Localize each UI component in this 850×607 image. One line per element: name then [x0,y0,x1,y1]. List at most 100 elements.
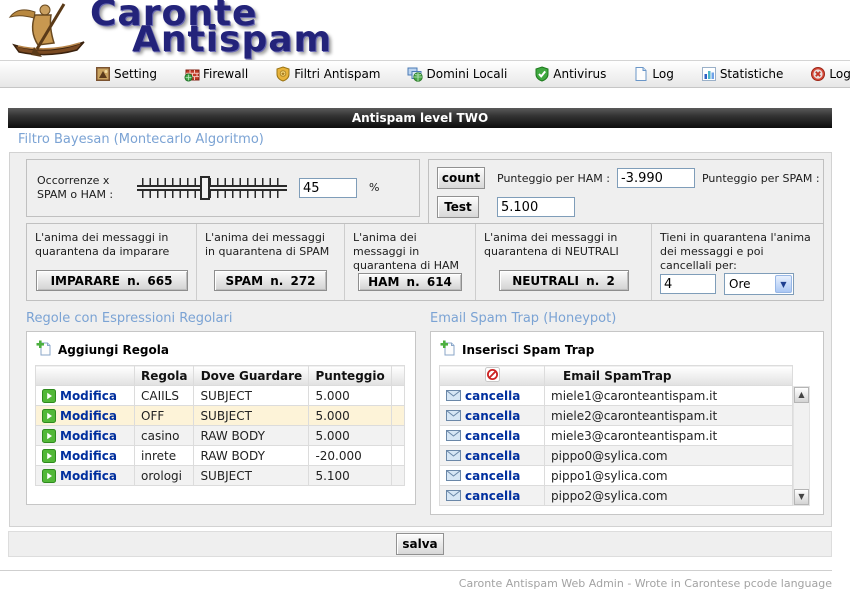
nav-item-label: Antivirus [553,67,606,81]
modifica-link[interactable]: Modifica [42,449,128,463]
modifica-link[interactable]: Modifica [42,429,128,443]
rule-dove: SUBJECT [194,466,309,486]
spam-score-input[interactable] [497,197,575,217]
spamtrap-section: Email Spam Trap (Honeypot) Inserisci Spa… [430,311,824,515]
cancella-link[interactable]: cancella [446,409,538,423]
slider-ticks-bottom [142,189,282,198]
list-item: cancella pippo0@sylica.com [440,446,793,466]
scroll-down-icon[interactable]: ▼ [794,489,809,505]
antivirus-icon [534,66,550,82]
ham-score-row: Punteggio per HAM : Punteggio per SPAM : [497,168,820,188]
keep-quarantine-controls: Ore ▼ [660,273,815,295]
nav-item-label: Logout [829,67,850,81]
cancella-link[interactable]: cancella [446,389,538,403]
rules-section: Regole con Espressioni Regolari Aggiungi… [26,311,416,515]
occurrence-label: Occorrenze x SPAM o HAM : [37,174,125,202]
spamtrap-heading: Email Spam Trap (Honeypot) [430,311,824,326]
nav-item-label: Filtri Antispam [294,67,380,81]
quarantine-row: L'anima dei messaggi in quarantena da im… [26,223,824,301]
local-domains-icon [407,66,423,82]
envelope-icon [446,430,461,441]
nav-item-label: Log [652,67,673,81]
tables-row: Regole con Espressioni Regolari Aggiungi… [26,311,824,515]
rule-regola: inrete [135,446,194,466]
add-rule-button[interactable]: Aggiungi Regola [35,337,407,365]
test-button[interactable]: Test [437,196,479,218]
statistics-icon [701,66,717,82]
cancella-link[interactable]: cancella [446,429,538,443]
rule-dove: SUBJECT [194,406,309,426]
footer-credits: Caronte Antispam Web Admin - Wrote in Ca… [459,577,832,590]
modifica-link[interactable]: Modifica [42,389,128,403]
count-button[interactable]: count [437,167,485,189]
rule-punteggio: 5.000 [309,386,391,406]
bayes-settings-row: Occorrenze x SPAM o HAM : % count Punteg… [26,159,824,229]
imparare-button[interactable]: IMPARARE n. 665 [36,270,188,291]
rules-header-punteggio: Punteggio [309,366,391,386]
spamtrap-header-delete [440,366,545,386]
spam-button[interactable]: SPAM n. 272 [214,270,327,291]
envelope-icon [446,470,461,481]
rule-punteggio: 5.100 [309,466,391,486]
spamtrap-table-wrap: Email SpamTrap cancella miele1@carontean… [439,365,815,506]
quarantine-cell-ham: L'anima dei messaggi in quarantena di HA… [345,224,476,300]
modifica-link[interactable]: Modifica [42,409,128,423]
antispam-filter-icon [275,66,291,82]
quarantine-label: L'anima dei messaggi in quarantena di SP… [205,231,336,259]
occurrence-box: Occorrenze x SPAM o HAM : % [26,159,420,217]
slider-thumb[interactable] [200,176,210,200]
nav-item-log[interactable]: Log [633,66,673,82]
list-item: cancella miele2@caronteantispam.it [440,406,793,426]
envelope-icon [446,410,461,421]
chevron-down-icon: ▼ [775,275,792,293]
bayes-section-heading: Filtro Bayesan (Montecarlo Algoritmo) [18,132,264,147]
rule-dove: RAW BODY [194,426,309,446]
cancella-link[interactable]: cancella [446,489,538,503]
cancella-link[interactable]: cancella [446,469,538,483]
prohibition-icon [485,367,500,382]
table-row: Modifica casino RAW BODY 5.000 [36,426,405,446]
table-row: Modifica CAIILS SUBJECT 5.000 [36,386,405,406]
save-button[interactable]: salva [396,533,444,555]
nav-item-filtri-antispam[interactable]: Filtri Antispam [275,66,380,82]
nav-item-statistiche[interactable]: Statistiche [701,66,784,82]
cancella-link[interactable]: cancella [446,449,538,463]
spamtrap-header-row: Email SpamTrap [440,366,793,386]
spam-score-row [497,197,820,217]
rule-regola: OFF [135,406,194,426]
nav-item-domini-locali[interactable]: Domini Locali [407,66,507,82]
envelope-icon [446,490,461,501]
app-title-line2: Antispam [132,26,332,54]
occurrence-slider[interactable] [137,175,287,201]
nav-item-setting[interactable]: Setting [95,66,157,82]
rules-box: Aggiungi Regola Regola Dove Guardare Pun… [26,331,416,505]
quarantine-cell-neutrali: L'anima dei messaggi in quarantena di NE… [476,224,652,300]
nav-item-logout[interactable]: Logout [810,66,850,82]
spamtrap-box: Inserisci Spam Trap Email SpamTrap can [430,331,824,515]
spamtrap-email: miele2@caronteantispam.it [545,406,793,426]
keep-duration-input[interactable] [660,274,716,294]
rules-header-row: Regola Dove Guardare Punteggio [36,366,405,386]
add-spamtrap-button[interactable]: Inserisci Spam Trap [439,337,815,365]
table-row: Modifica orologi SUBJECT 5.100 [36,466,405,486]
ham-button[interactable]: HAM n. 614 [358,273,462,291]
add-spamtrap-label: Inserisci Spam Trap [462,343,594,357]
spamtrap-scrollbar[interactable]: ▲ ▼ [793,386,810,506]
nav-item-firewall[interactable]: Firewall [184,66,248,82]
modifica-link[interactable]: Modifica [42,469,128,483]
nav-item-label: Domini Locali [426,67,507,81]
quarantine-cell-spam: L'anima dei messaggi in quarantena di SP… [197,224,345,300]
setting-icon [95,66,111,82]
ham-score-label: Punteggio per HAM : [497,172,610,185]
ham-score-input[interactable] [617,168,695,188]
spamtrap-email: pippo0@sylica.com [545,446,793,466]
scroll-up-icon[interactable]: ▲ [794,387,809,403]
list-item: cancella miele3@caronteantispam.it [440,426,793,446]
nav-item-label: Statistiche [720,67,784,81]
neutrali-button[interactable]: NEUTRALI n. 2 [499,270,629,291]
save-bar: salva [8,531,832,557]
keep-unit-select[interactable]: Ore ▼ [724,273,794,295]
add-page-icon [440,340,456,359]
nav-item-antivirus[interactable]: Antivirus [534,66,606,82]
percent-input[interactable] [299,178,357,198]
